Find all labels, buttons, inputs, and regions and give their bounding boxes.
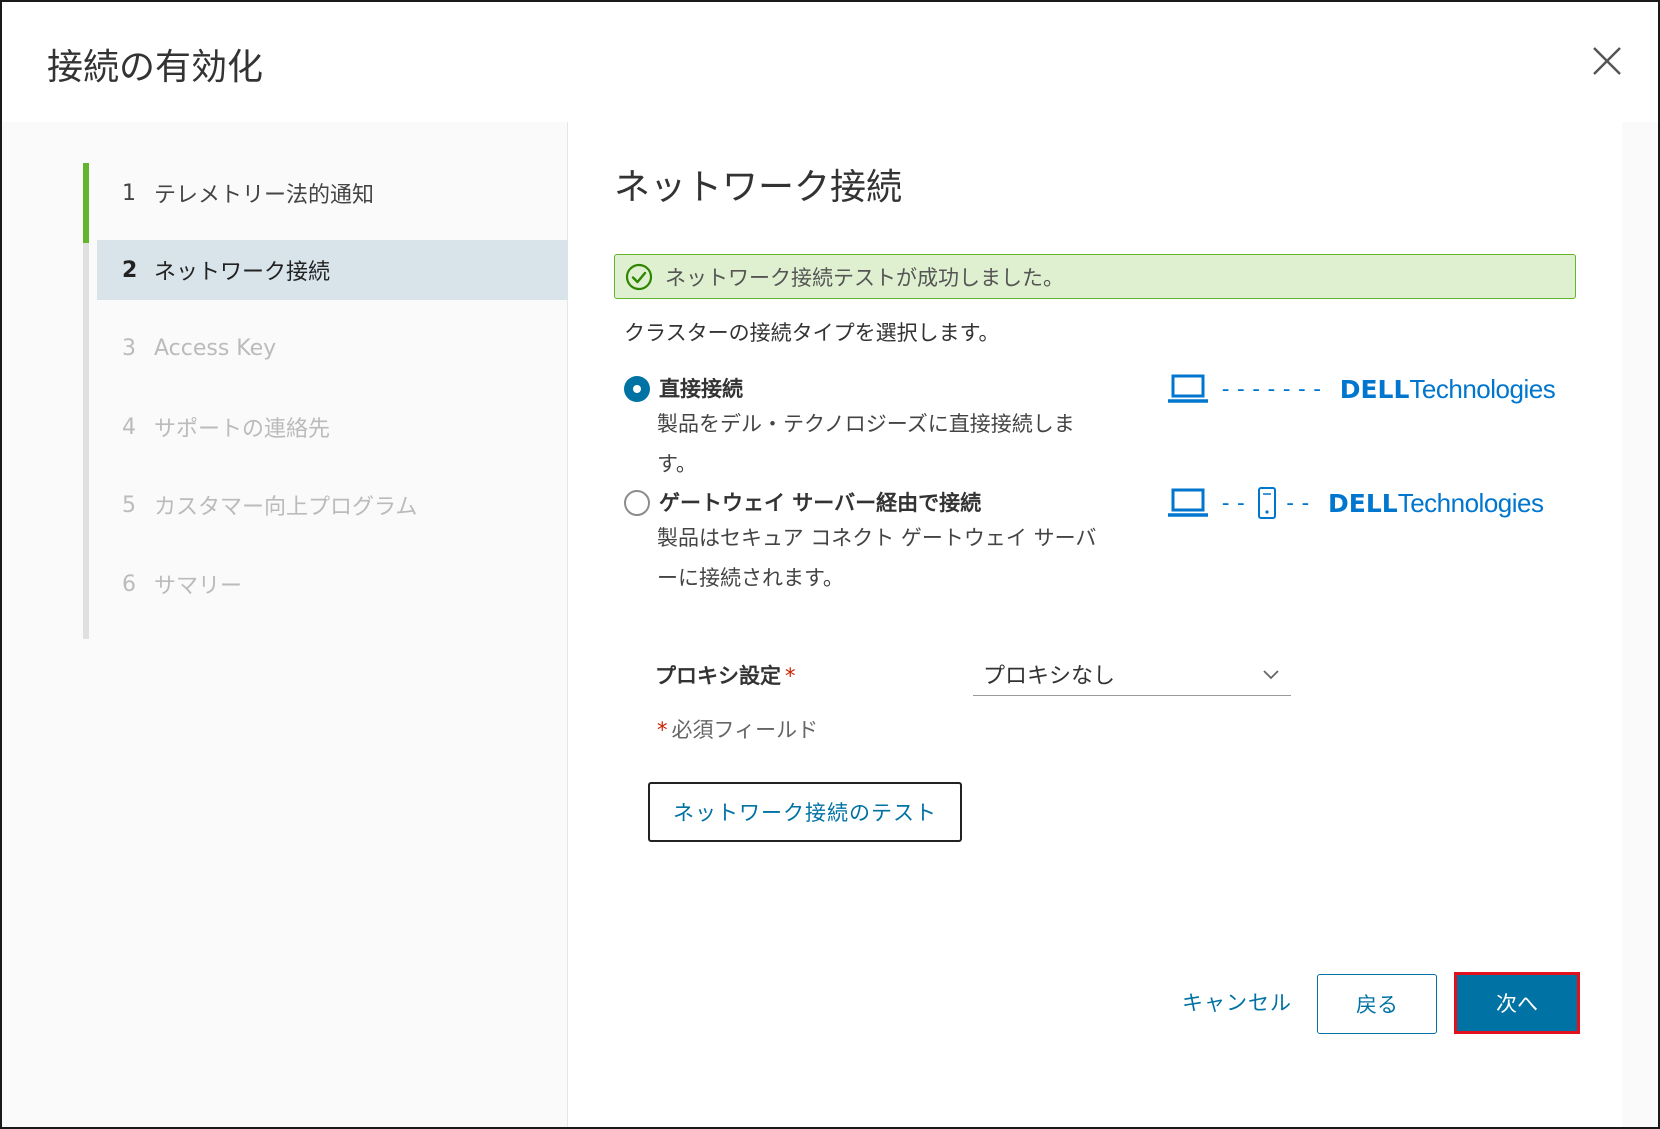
step-number: 3 xyxy=(122,335,136,361)
right-gutter xyxy=(1622,122,1658,1127)
dell-wordmark: DELL xyxy=(1339,374,1410,404)
step-label: カスタマー向上プログラム xyxy=(154,495,418,520)
dell-wordmark: DELL xyxy=(1328,488,1398,518)
technologies-wordmark: Technologies xyxy=(1409,373,1556,404)
proxy-settings-label: プロキシ設定 * xyxy=(655,660,796,690)
radio-gateway-connect[interactable] xyxy=(624,490,650,516)
dell-technologies-logo: DELL Technologies xyxy=(1328,487,1544,519)
step-number: 2 xyxy=(122,257,138,283)
connection-type-prompt: クラスターの接続タイプを選択します。 xyxy=(624,321,1000,345)
laptop-icon xyxy=(1168,374,1208,403)
gateway-server-icon xyxy=(1257,487,1276,519)
connection-dashes: ------- xyxy=(1219,376,1326,402)
connection-dashes: -- xyxy=(1219,490,1250,516)
required-asterisk: * xyxy=(785,664,796,688)
gateway-connect-label[interactable]: ゲートウェイ サーバー経由で接続 xyxy=(659,487,981,517)
step-label: サポートの連絡先 xyxy=(154,417,331,442)
next-button-highlight: 次へ xyxy=(1454,972,1580,1034)
technologies-wordmark: Technologies xyxy=(1397,487,1544,518)
step-number: 1 xyxy=(122,180,136,206)
wizard-steps-sidebar: 1 テレメトリー法的通知 2 ネットワーク接続 3 Access Key 4 サ… xyxy=(2,122,568,1127)
dialog-title: 接続の有効化 xyxy=(47,47,264,88)
alert-text: ネットワーク接続テストが成功しました。 xyxy=(665,265,1064,290)
step-completed-indicator xyxy=(83,163,89,243)
required-field-note: * 必須フィールド xyxy=(657,714,818,744)
step-access-key: 3 Access Key xyxy=(97,318,568,378)
direct-connect-diagram: ------- DELL Technologies xyxy=(1167,369,1556,409)
cancel-button[interactable]: キャンセル xyxy=(1179,972,1295,1032)
back-button[interactable]: 戻る xyxy=(1317,974,1437,1034)
step-label: テレメトリー法的通知 xyxy=(154,183,375,208)
radio-direct-connect[interactable] xyxy=(624,376,650,402)
step-summary: 6 サマリー xyxy=(97,554,568,614)
required-asterisk: * xyxy=(657,718,668,742)
proxy-selected-value: プロキシなし xyxy=(983,663,1116,689)
enable-connectivity-dialog: 接続の有効化 1 テレメトリー法的通知 2 ネットワーク接続 3 Access … xyxy=(0,0,1660,1129)
step-number: 6 xyxy=(122,571,136,597)
check-circle-icon xyxy=(625,263,653,290)
direct-connect-label[interactable]: 直接接続 xyxy=(659,373,743,403)
dialog-header: 接続の有効化 xyxy=(2,2,1658,122)
direct-connect-description: 製品をデル・テクノロジーズに直接接続します。 xyxy=(657,412,1075,476)
step-label: Access Key xyxy=(154,335,277,361)
success-alert: ネットワーク接続テストが成功しました。 xyxy=(614,254,1576,299)
step-number: 4 xyxy=(122,414,136,440)
close-button[interactable] xyxy=(1590,44,1624,78)
dell-technologies-logo: DELL Technologies xyxy=(1339,373,1556,405)
connection-dashes: -- xyxy=(1283,490,1314,516)
proxy-settings-select[interactable]: プロキシなし xyxy=(973,652,1291,696)
next-button[interactable]: 次へ xyxy=(1457,975,1577,1031)
close-icon xyxy=(1593,47,1621,75)
step-label: サマリー xyxy=(154,574,243,599)
chevron-down-icon xyxy=(1263,670,1279,680)
step-number: 5 xyxy=(122,492,136,518)
main-panel: ネットワーク接続 ネットワーク接続テストが成功しました。 クラスターの接続タイプ… xyxy=(569,122,1622,1127)
gateway-connect-description: 製品はセキュア コネクト ゲートウェイ サーバーに接続されます。 xyxy=(657,526,1097,590)
step-network-connection[interactable]: 2 ネットワーク接続 xyxy=(97,240,568,300)
proxy-label-text: プロキシ設定 xyxy=(655,664,781,688)
laptop-icon xyxy=(1168,488,1208,517)
gateway-connect-diagram: -- -- DELL Technologies xyxy=(1167,483,1544,523)
step-telemetry-notice[interactable]: 1 テレメトリー法的通知 xyxy=(97,163,568,223)
required-note-text: 必須フィールド xyxy=(671,718,819,742)
page-title: ネットワーク接続 xyxy=(614,167,903,208)
step-customer-improvement: 5 カスタマー向上プログラム xyxy=(97,475,568,535)
step-label: ネットワーク接続 xyxy=(154,260,331,285)
step-support-contact: 4 サポートの連絡先 xyxy=(97,397,568,457)
test-network-connection-button[interactable]: ネットワーク接続のテスト xyxy=(648,782,962,842)
